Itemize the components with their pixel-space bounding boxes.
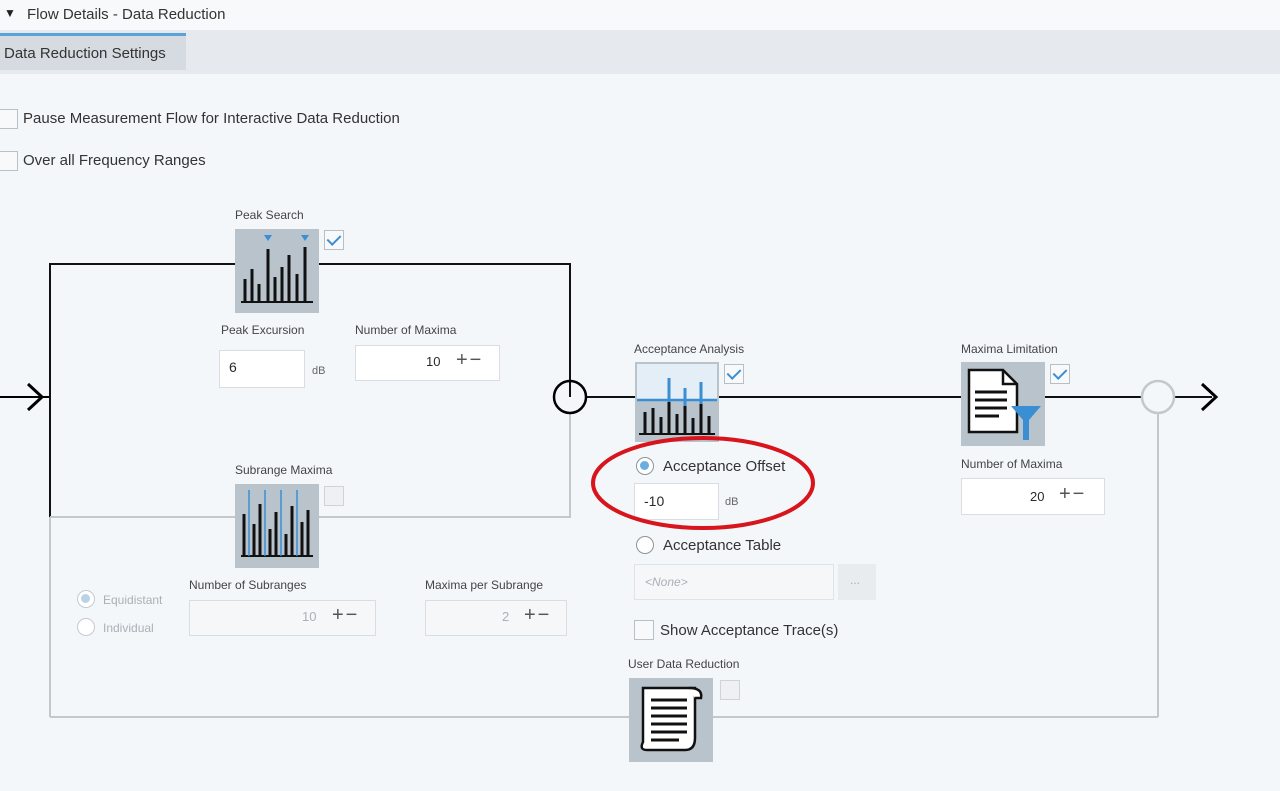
equidistant-label: Equidistant <box>103 593 163 607</box>
stepper-plus-minus-icon[interactable]: +− <box>456 349 483 372</box>
over-all-ranges-label: Over all Frequency Ranges <box>23 152 206 169</box>
show-acceptance-trace-label: Show Acceptance Trace(s) <box>660 622 839 639</box>
maxima-per-subrange-value: 2 <box>502 609 510 624</box>
maxima-limitation-enable-checkbox[interactable] <box>1050 364 1070 384</box>
subrange-maxima-icon[interactable] <box>235 484 319 568</box>
peak-maxima-label: Number of Maxima <box>355 323 457 337</box>
show-acceptance-trace-checkbox[interactable] <box>634 620 654 640</box>
maxima-limitation-icon[interactable] <box>961 362 1045 446</box>
maxima-limitation-value: 20 <box>1030 489 1045 504</box>
maxima-limitation-title: Maxima Limitation <box>961 342 1058 356</box>
user-data-reduction-title: User Data Reduction <box>628 657 740 671</box>
individual-label: Individual <box>103 621 154 635</box>
acceptance-table-select[interactable]: <None> <box>634 564 834 600</box>
acceptance-analysis-enable-checkbox[interactable] <box>724 364 744 384</box>
over-all-ranges-checkbox[interactable] <box>0 151 18 171</box>
highlight-ellipse <box>591 436 815 530</box>
acceptance-table-label: Acceptance Table <box>663 537 782 554</box>
maxima-limitation-number-label: Number of Maxima <box>961 457 1063 471</box>
acceptance-table-browse-button[interactable]: ... <box>838 564 876 600</box>
maxima-per-subrange-label: Maxima per Subrange <box>425 578 544 592</box>
stepper-plus-minus-icon[interactable]: +− <box>332 604 359 627</box>
maxima-per-subrange-stepper[interactable]: 2 +− <box>425 600 567 636</box>
subrange-maxima-title: Subrange Maxima <box>235 463 333 477</box>
pause-flow-checkbox[interactable] <box>0 109 18 129</box>
pause-flow-label: Pause Measurement Flow for Interactive D… <box>23 110 400 127</box>
individual-radio[interactable] <box>77 618 95 636</box>
merge-node-icon-2 <box>1140 379 1176 415</box>
acceptance-analysis-title: Acceptance Analysis <box>634 342 745 356</box>
number-of-subranges-label: Number of Subranges <box>189 578 307 592</box>
peak-search-icon[interactable] <box>235 229 319 313</box>
peak-maxima-value: 10 <box>426 354 441 369</box>
peak-excursion-input[interactable]: 6 <box>219 350 305 388</box>
equidistant-radio[interactable] <box>77 590 95 608</box>
peak-search-title: Peak Search <box>235 208 304 222</box>
user-data-reduction-icon[interactable] <box>629 678 713 762</box>
subrange-maxima-enable-checkbox[interactable] <box>324 486 344 506</box>
peak-excursion-label: Peak Excursion <box>221 323 305 337</box>
stepper-plus-minus-icon[interactable]: +− <box>1059 483 1086 506</box>
acceptance-table-radio[interactable] <box>636 536 654 554</box>
user-data-reduction-enable-checkbox[interactable] <box>720 680 740 700</box>
peak-excursion-value: 6 <box>229 359 237 375</box>
peak-search-enable-checkbox[interactable] <box>324 230 344 250</box>
acceptance-analysis-icon[interactable] <box>635 362 719 442</box>
peak-excursion-unit: dB <box>312 365 326 377</box>
maxima-limitation-stepper[interactable]: 20 +− <box>961 478 1105 515</box>
stepper-plus-minus-icon[interactable]: +− <box>524 604 551 627</box>
peak-maxima-stepper[interactable]: 10 +− <box>355 345 500 381</box>
subranges-stepper[interactable]: 10 +− <box>189 600 376 636</box>
subranges-value: 10 <box>302 609 317 624</box>
acceptance-table-value: <None> <box>645 575 688 589</box>
